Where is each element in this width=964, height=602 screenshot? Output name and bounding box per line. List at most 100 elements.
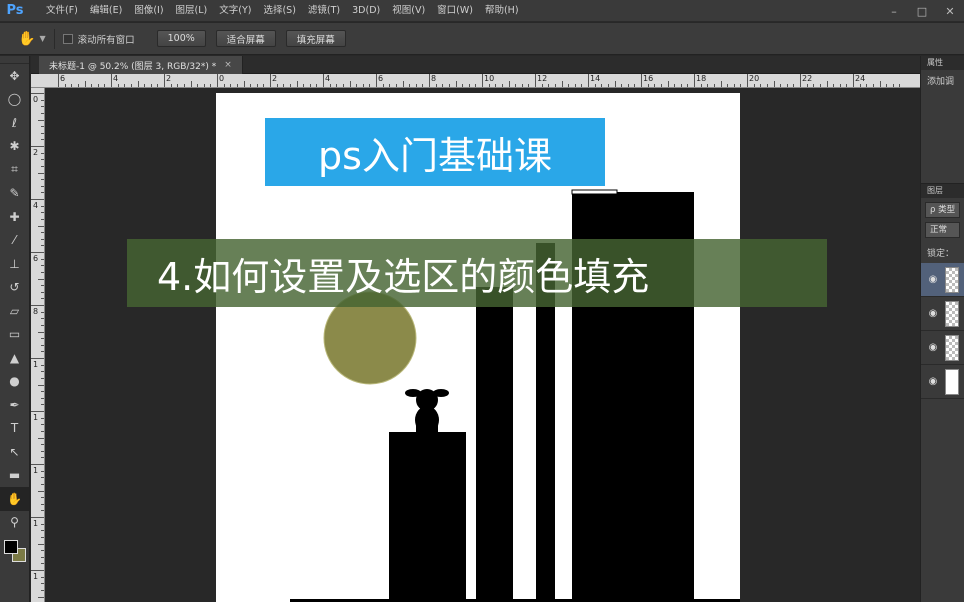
- blur-icon[interactable]: ▲: [0, 346, 29, 370]
- ruler-tick: [190, 81, 192, 87]
- ruler-tick: [422, 84, 424, 87]
- ruler-tick: [31, 464, 44, 465]
- ruler-tick: [41, 371, 44, 373]
- healing-icon[interactable]: ✚: [0, 205, 29, 229]
- ruler-tick: [58, 74, 59, 87]
- ruler-tick: [117, 84, 119, 87]
- menu-layer[interactable]: 图层(L): [170, 0, 214, 22]
- ruler-tick: [41, 503, 44, 505]
- ruler-tick: [41, 338, 44, 340]
- stamp-icon[interactable]: ⊥: [0, 252, 29, 276]
- rectangle-icon[interactable]: ▬: [0, 464, 29, 488]
- eye-icon[interactable]: ◉: [921, 342, 945, 353]
- ruler-tick: [38, 225, 44, 227]
- ruler-tick: [303, 84, 305, 87]
- blend-mode-select[interactable]: 正常: [925, 222, 960, 238]
- hand-icon[interactable]: ✋: [0, 487, 29, 511]
- properties-body: [921, 91, 964, 183]
- ruler-tick: [601, 84, 603, 87]
- type-icon[interactable]: T: [0, 417, 29, 441]
- menu-file[interactable]: 文件(F): [40, 0, 84, 22]
- ruler-tick: [879, 81, 881, 87]
- brush-icon[interactable]: ⁄: [0, 229, 29, 253]
- menu-edit[interactable]: 编辑(E): [84, 0, 128, 22]
- ruler-tick: [104, 84, 106, 87]
- ruler-tick-label: 2: [33, 148, 39, 157]
- zoom-100-button[interactable]: 100%: [156, 30, 206, 47]
- ruler-tick: [41, 424, 44, 426]
- layer-row[interactable]: ◉: [921, 297, 964, 331]
- menu-select[interactable]: 选择(S): [257, 0, 301, 22]
- ruler-tick: [38, 331, 44, 333]
- layer-filter-search[interactable]: ρ 类型: [925, 202, 960, 218]
- history-brush-icon[interactable]: ↺: [0, 276, 29, 300]
- lasso-icon[interactable]: ℓ: [0, 111, 29, 135]
- ruler-tick: [31, 411, 44, 412]
- ruler-tick: [41, 483, 44, 485]
- ruler-tick: [694, 74, 695, 87]
- ruler-tick: [41, 563, 44, 565]
- tab-layers[interactable]: 图层: [921, 184, 964, 198]
- options-bar: ✋ ▼ 滚动所有窗口 100% 适合屏幕 填充屏幕: [0, 23, 964, 55]
- ruler-tick-label: 24: [855, 74, 866, 83]
- marquee-icon[interactable]: ◯: [0, 88, 29, 112]
- menu-window[interactable]: 窗口(W): [431, 0, 479, 22]
- foreground-color-swatch[interactable]: [4, 540, 18, 554]
- magic-wand-icon[interactable]: ✱: [0, 135, 29, 159]
- ruler-tick: [263, 84, 265, 87]
- crop-icon[interactable]: ⌗: [0, 158, 29, 182]
- ruler-tick: [41, 271, 44, 273]
- pen-icon[interactable]: ✒: [0, 393, 29, 417]
- color-swatches: [0, 534, 29, 574]
- scroll-all-windows-checkbox[interactable]: [62, 33, 73, 44]
- ruler-tick: [853, 74, 854, 87]
- eye-icon[interactable]: ◉: [921, 376, 945, 387]
- gradient-icon[interactable]: ▭: [0, 323, 29, 347]
- eye-icon[interactable]: ◉: [921, 274, 945, 285]
- layer-row[interactable]: ◉: [921, 263, 964, 297]
- ruler-tick: [634, 84, 636, 87]
- ruler-tick: [38, 172, 44, 174]
- path-select-icon[interactable]: ↖: [0, 440, 29, 464]
- close-icon[interactable]: ×: [224, 60, 232, 70]
- ruler-tick: [236, 84, 238, 87]
- menu-3d[interactable]: 3D(D): [346, 0, 386, 22]
- ruler-tick-label: 1: [33, 519, 39, 528]
- ruler-tick: [38, 119, 44, 121]
- ruler-tick: [77, 84, 79, 87]
- ruler-tick: [276, 84, 278, 87]
- menu-image[interactable]: 图像(I): [128, 0, 169, 22]
- panel-grip[interactable]: [0, 56, 29, 64]
- minimize-button[interactable]: –: [880, 0, 908, 22]
- layer-row[interactable]: ◉: [921, 331, 964, 365]
- move-icon[interactable]: ✥: [0, 64, 29, 88]
- ruler-tick-label: 6: [378, 74, 384, 83]
- eye-icon[interactable]: ◉: [921, 308, 945, 319]
- layer-row[interactable]: ◉: [921, 365, 964, 399]
- eyedropper-icon[interactable]: ✎: [0, 182, 29, 206]
- ruler-tick: [31, 252, 44, 253]
- tool-preset-picker[interactable]: ✋ ▼: [18, 31, 46, 47]
- ruler-tick: [144, 84, 146, 87]
- ruler-tick-label: 10: [484, 74, 495, 83]
- maximize-button[interactable]: □: [908, 0, 936, 22]
- fill-screen-button[interactable]: 填充屏幕: [285, 30, 346, 47]
- ruler-tick: [71, 84, 73, 87]
- menu-view[interactable]: 视图(V): [386, 0, 431, 22]
- tab-properties[interactable]: 属性: [921, 56, 964, 70]
- menu-type[interactable]: 文字(Y): [213, 0, 257, 22]
- ruler-tick: [223, 84, 225, 87]
- ruler-tick: [97, 84, 99, 87]
- menu-filter[interactable]: 滤镜(T): [302, 0, 346, 22]
- zoom-icon[interactable]: ⚲: [0, 511, 29, 535]
- vertical-ruler[interactable]: 0 2 4 6 8 1 1 1 1 1: [31, 88, 45, 602]
- close-button[interactable]: ✕: [936, 0, 964, 22]
- eraser-icon[interactable]: ▱: [0, 299, 29, 323]
- ruler-tick: [256, 84, 258, 87]
- fit-screen-button[interactable]: 适合屏幕: [215, 30, 276, 47]
- menu-help[interactable]: 帮助(H): [479, 0, 525, 22]
- document-tab[interactable]: 未标题-1 @ 50.2% (图层 3, RGB/32*) * ×: [39, 56, 243, 74]
- dodge-icon[interactable]: ●: [0, 370, 29, 394]
- ruler-tick: [31, 305, 44, 306]
- horizontal-ruler[interactable]: 6 4 2 0 2 4 6 8 10 12 14 16 18 20 22 24: [40, 74, 920, 88]
